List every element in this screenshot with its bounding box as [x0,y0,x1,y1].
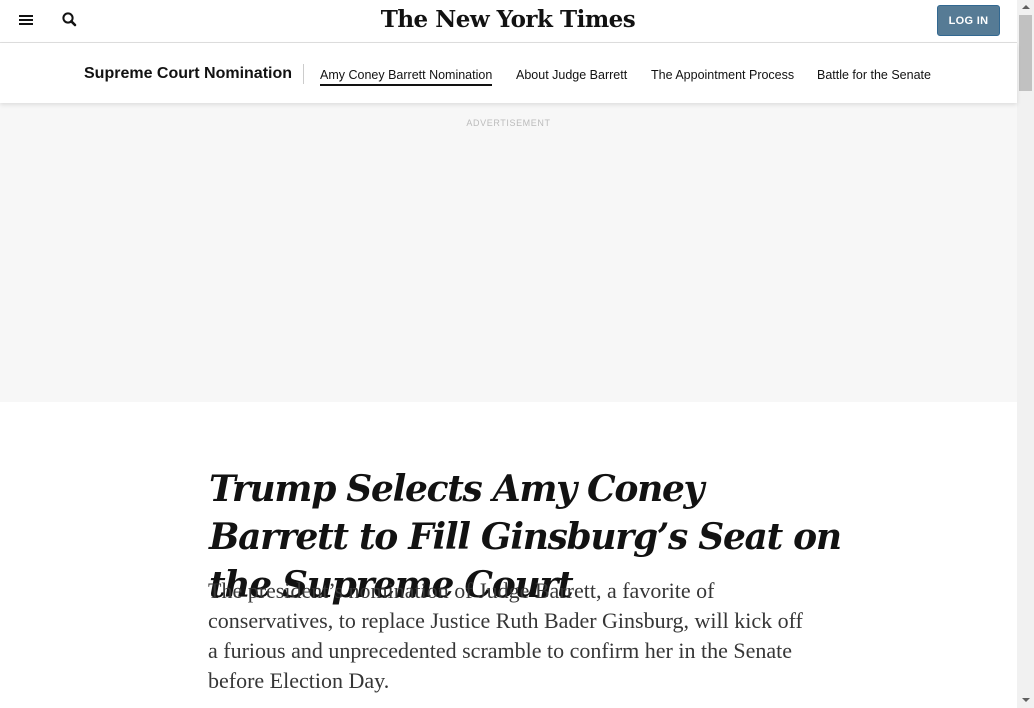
search-icon-graphic [62,12,77,27]
menu-line [19,19,33,21]
scroll-up-arrow-icon[interactable] [1017,0,1034,14]
hamburger-menu-icon[interactable] [17,10,37,30]
scroll-down-arrow-icon[interactable] [1017,694,1034,708]
nyt-logo[interactable]: The New York Times [380,6,636,33]
scrollbar-thumb[interactable] [1019,15,1032,91]
menu-line [19,23,33,25]
nav-link-amy-coney-barrett-nomination[interactable]: Amy Coney Barrett Nomination [320,68,493,86]
nav-divider [303,64,304,84]
section-title[interactable]: Supreme Court Nomination [84,65,292,83]
top-bar: The New York Times LOG IN [0,0,1017,43]
section-nav: Supreme Court Nomination Amy Coney Barre… [0,43,1017,103]
nav-link-about-judge-barrett[interactable]: About Judge Barrett [516,68,627,82]
advertisement-label: ADVERTISEMENT [466,118,551,128]
log-in-button[interactable]: LOG IN [937,5,1000,36]
menu-line [19,15,33,17]
advertisement-area[interactable]: ADVERTISEMENT [0,103,1017,402]
vertical-scrollbar[interactable] [1017,0,1034,708]
search-icon[interactable] [60,10,80,30]
nav-link-battle-for-the-senate[interactable]: Battle for the Senate [817,68,931,82]
nav-link-appointment-process[interactable]: The Appointment Process [651,68,794,82]
article-summary: The president’s nomination of Judge Barr… [208,578,803,693]
